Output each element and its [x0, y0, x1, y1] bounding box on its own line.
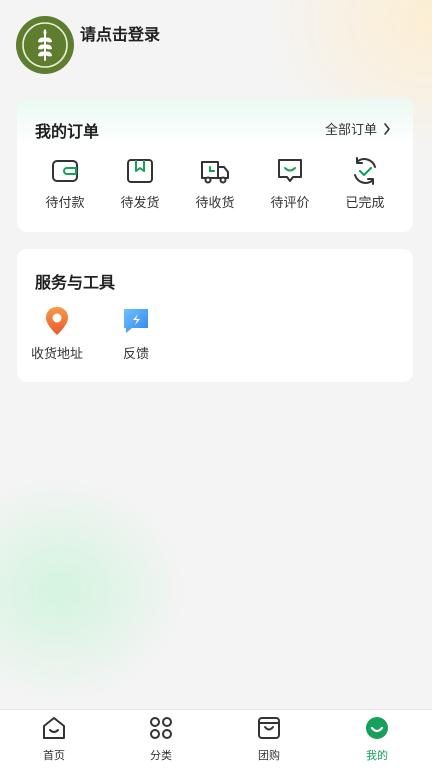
avatar[interactable] [16, 16, 74, 74]
home-icon [41, 715, 67, 741]
tab-label: 我的 [366, 749, 388, 762]
shopping-bag-icon [256, 715, 282, 741]
service-address[interactable]: 收货地址 [22, 306, 92, 362]
order-pending-payment[interactable]: 待付款 [35, 155, 95, 211]
tab-label: 团购 [258, 749, 280, 762]
tab-label: 分类 [150, 749, 172, 762]
order-item-label: 已完成 [345, 196, 385, 211]
services-title: 服务与工具 [35, 273, 116, 292]
chevron-right-icon [384, 122, 390, 135]
all-orders-link[interactable]: 全部订单 [325, 119, 391, 138]
order-item-label: 待发货 [120, 196, 160, 211]
login-link[interactable]: 请点击登录 [80, 21, 160, 45]
orders-title: 我的订单 [35, 122, 100, 141]
bottom-tab-bar: 首页 分类 团购 我的 [0, 709, 432, 769]
all-orders-label: 全部订单 [324, 123, 377, 138]
profile-header: 请点击登录 [0, 0, 432, 74]
service-feedback[interactable]: 反馈 [101, 306, 171, 362]
order-item-label: 待收货 [195, 196, 235, 211]
services-card: 服务与工具 收货地址 反馈 [17, 249, 413, 382]
service-label: 收货地址 [30, 347, 83, 362]
order-pending-receipt[interactable]: 待收货 [185, 155, 245, 211]
order-item-label: 待付款 [45, 196, 85, 211]
feedback-icon [122, 306, 150, 336]
package-box-icon [124, 155, 156, 187]
my-orders-card: 我的订单 全部订单 待付款 待发货 待收货 待评价 已完成 [17, 98, 413, 232]
tab-mine[interactable]: 我的 [337, 715, 417, 763]
location-pin-icon [43, 306, 71, 336]
tab-category[interactable]: 分类 [121, 715, 201, 763]
profile-icon [364, 715, 390, 741]
category-icon [148, 715, 174, 741]
completed-check-icon [349, 155, 381, 187]
order-pending-review[interactable]: 待评价 [260, 155, 320, 211]
order-completed[interactable]: 已完成 [335, 155, 395, 211]
wallet-icon [49, 155, 81, 187]
order-item-label: 待评价 [270, 196, 310, 211]
service-label: 反馈 [122, 347, 149, 362]
comment-icon [274, 155, 306, 187]
tab-home[interactable]: 首页 [14, 715, 94, 763]
tab-group-buy[interactable]: 团购 [229, 715, 309, 763]
order-pending-shipment[interactable]: 待发货 [110, 155, 170, 211]
tab-label: 首页 [43, 749, 65, 762]
delivery-truck-icon [199, 155, 231, 187]
wheat-leaf-icon [22, 22, 68, 68]
